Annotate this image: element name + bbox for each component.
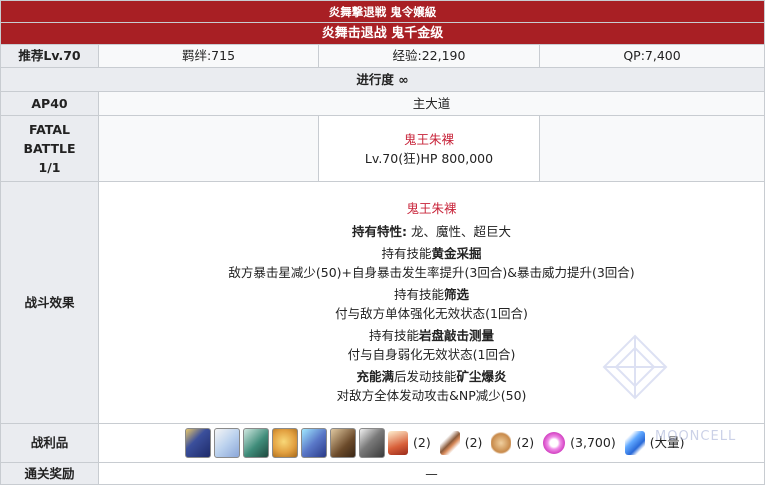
- progress-row: 进行度 ∞: [0, 67, 765, 92]
- drop-count: (2): [516, 435, 535, 450]
- enemy-cell: 鬼王朱裸 Lv.70(狂)HP 800,000: [318, 115, 540, 182]
- skill1-name: 黄金采掘: [431, 246, 482, 261]
- qp-coin-icon[interactable]: [543, 432, 566, 454]
- skill3-name: 岩盘敲击测量: [419, 328, 495, 343]
- box-icon[interactable]: [388, 431, 408, 455]
- battle-effects-label: 战斗效果: [0, 181, 99, 424]
- traits-line: 持有特性: 龙、魔性、超巨大: [99, 223, 764, 242]
- effects-enemy-name[interactable]: 鬼王朱裸: [99, 200, 764, 219]
- craft-essence-icon[interactable]: [185, 428, 211, 458]
- clear-reward-value: —: [97, 462, 765, 485]
- horn-icon[interactable]: [330, 428, 356, 458]
- skill1-prefix: 持有技能: [381, 246, 432, 261]
- np-name: 矿尘爆炎: [456, 369, 507, 384]
- traits-value: 龙、魔性、超巨大: [407, 223, 511, 239]
- quest-title-cn: 炎舞击退战 鬼千金级: [0, 22, 765, 45]
- skill3-prefix: 持有技能: [368, 328, 419, 343]
- claw-icon[interactable]: [359, 428, 385, 458]
- enemy-name[interactable]: 鬼王朱裸: [319, 130, 539, 149]
- enemy-empty-right: [538, 115, 765, 182]
- fatal-text: FATAL: [28, 122, 70, 137]
- skill2-prefix: 持有技能: [393, 287, 444, 302]
- skill2-title: 持有技能筛选: [99, 286, 764, 305]
- skill2-name: 筛选: [444, 287, 470, 302]
- quest-title-jp: 炎舞撃退戦 鬼令嬢級: [0, 0, 765, 23]
- drop-count: (3,700): [570, 435, 616, 450]
- exp-value: 经验:22,190: [318, 44, 540, 68]
- battle-text: BATTLE: [23, 141, 76, 156]
- ap-cost: AP40: [0, 91, 99, 116]
- skill1-title: 持有技能黄金采掘: [99, 245, 764, 264]
- stick-icon[interactable]: [439, 431, 460, 455]
- golden-egg-icon[interactable]: [272, 428, 298, 458]
- skill2-desc: 付与敌方单体强化无效状态(1回合): [335, 305, 528, 321]
- np-prefix-skill: 后发动技能: [394, 369, 457, 384]
- recommended-level: 推荐Lv.70: [0, 44, 99, 68]
- gem-icon[interactable]: [301, 428, 327, 458]
- np-prefix-charge: 充能满: [356, 369, 394, 384]
- drop-count: (2): [413, 435, 431, 450]
- drops-label: 战利品: [0, 423, 99, 463]
- fatal-battle-label: FATAL BATTLE 1/1: [0, 115, 99, 182]
- quest-table: 炎舞撃退戦 鬼令嬢級 炎舞击退战 鬼千金级 推荐Lv.70 羁绊:715 经验:…: [0, 0, 765, 485]
- enemy-empty-left: [98, 115, 319, 182]
- location: 主大道: [97, 91, 765, 116]
- np-desc: 对敌方全体发动攻击&NP减少(50): [336, 387, 527, 403]
- skill3-desc: 付与自身弱化无效状态(1回合): [347, 346, 516, 362]
- battle-effects: 鬼王朱裸 持有特性: 龙、魔性、超巨大 持有技能黄金采掘 敌方暴击星减少(50)…: [97, 181, 765, 424]
- bond-value: 羁绊:715: [98, 44, 319, 68]
- wave-text: 1/1: [38, 160, 61, 175]
- skill1-desc: 敌方暴击星减少(50)+自身暴击发生率提升(3回合)&暴击威力提升(3回合): [228, 264, 635, 280]
- quest-page: 炎舞撃退戦 鬼令嬢級 炎舞击退战 鬼千金级 推荐Lv.70 羁绊:715 经验:…: [0, 0, 765, 488]
- watermark-text: MOONCELL: [655, 429, 737, 444]
- qp-value: QP:7,400: [538, 44, 765, 68]
- craft-essence-icon[interactable]: [243, 428, 269, 458]
- craft-essence-icon[interactable]: [214, 428, 240, 458]
- enemy-stats: Lv.70(狂)HP 800,000: [364, 150, 494, 166]
- crystal-icon[interactable]: [624, 431, 645, 455]
- drop-count: (2): [464, 435, 483, 450]
- skill3-title: 持有技能岩盘敲击测量: [99, 327, 764, 346]
- np-title: 充能满后发动技能矿尘爆炎: [99, 368, 764, 387]
- traits-prefix: 持有特性:: [352, 223, 408, 239]
- clear-reward-label: 通关奖励: [0, 462, 99, 485]
- bone-icon[interactable]: [491, 431, 512, 455]
